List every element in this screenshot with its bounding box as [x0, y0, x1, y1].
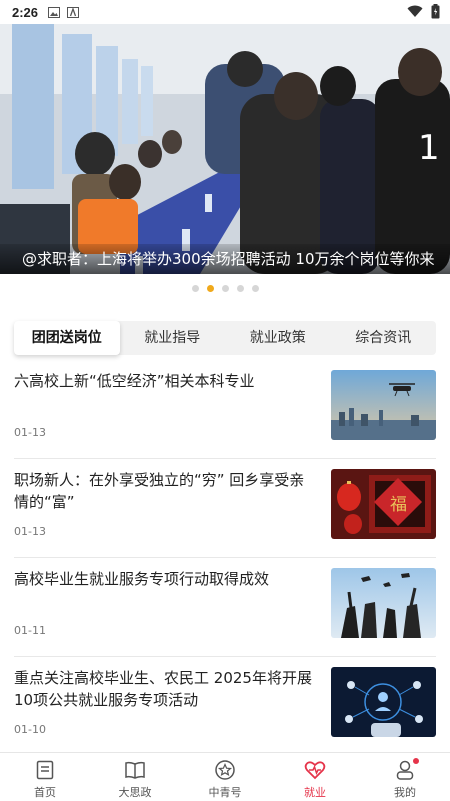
- nav-label: 就业: [304, 786, 326, 799]
- svg-text:福: 福: [390, 495, 407, 515]
- news-thumbnail[interactable]: [331, 667, 436, 737]
- news-date: 01-11: [14, 624, 46, 637]
- nav-label: 大思政: [118, 786, 152, 799]
- svg-text:1: 1: [418, 128, 440, 168]
- nav-item-ideology[interactable]: 大思政: [90, 753, 180, 801]
- job-network-photo: [331, 667, 436, 737]
- nav-label: 中青号: [208, 786, 242, 799]
- heart-icon: [304, 761, 326, 780]
- nav-label: 首页: [34, 786, 56, 799]
- status-bar: 2:26: [0, 0, 450, 24]
- news-title[interactable]: 高校毕业生就业服务专项行动取得成效: [14, 568, 314, 590]
- status-right: [407, 4, 440, 19]
- tab-employment-guidance[interactable]: 就业指导: [120, 321, 226, 355]
- news-date: 01-13: [14, 525, 46, 538]
- news-thumbnail[interactable]: [331, 568, 436, 638]
- tab-employment-policy[interactable]: 就业政策: [225, 321, 331, 355]
- carousel-dot-active[interactable]: [206, 285, 214, 292]
- app-notification-icon: [67, 6, 80, 18]
- battery-icon: [431, 4, 440, 19]
- tab-general-news[interactable]: 综合资讯: [331, 321, 437, 355]
- nav-label: 我的: [394, 786, 416, 799]
- banner-carousel[interactable]: 1 @求职者：上海将举办300余场招聘活动 10万余个岗位等你来: [0, 24, 450, 274]
- news-list: 六高校上新“低空经济”相关本科专业 01-13 职场新人：在外享受独立的“穷” …: [14, 360, 436, 756]
- carousel-indicator: [0, 285, 450, 292]
- wifi-icon: [407, 5, 423, 17]
- drone-city-photo: [331, 370, 436, 440]
- home-icon: [36, 760, 54, 780]
- tab-job-delivery[interactable]: 团团送岗位: [14, 321, 120, 355]
- job-fair-photo: 1: [0, 24, 450, 274]
- news-item[interactable]: 高校毕业生就业服务专项行动取得成效 01-11: [14, 558, 436, 657]
- news-title[interactable]: 职场新人：在外享受独立的“穷” 回乡享受亲情的“富”: [14, 469, 314, 513]
- nav-item-profile[interactable]: 我的: [360, 753, 450, 801]
- news-item[interactable]: 重点关注高校毕业生、农民工 2025年将开展10项公共就业服务专项活动 01-1…: [14, 657, 436, 756]
- spring-festival-fu-photo: 福: [331, 469, 436, 539]
- news-date: 01-10: [14, 723, 46, 736]
- news-date: 01-13: [14, 426, 46, 439]
- star-circle-icon: [215, 760, 235, 780]
- news-thumbnail[interactable]: [331, 370, 436, 440]
- nav-item-employment[interactable]: 就业: [270, 753, 360, 801]
- carousel-dot[interactable]: [236, 285, 244, 292]
- news-title[interactable]: 重点关注高校毕业生、农民工 2025年将开展10项公共就业服务专项活动: [14, 667, 314, 711]
- news-title[interactable]: 六高校上新“低空经济”相关本科专业: [14, 370, 314, 392]
- carousel-dot[interactable]: [221, 285, 229, 292]
- category-tabs: 团团送岗位 就业指导 就业政策 综合资讯: [14, 321, 436, 355]
- news-thumbnail[interactable]: 福: [331, 469, 436, 539]
- nav-item-home[interactable]: 首页: [0, 753, 90, 801]
- status-time: 2:26: [12, 4, 39, 20]
- news-item[interactable]: 职场新人：在外享受独立的“穷” 回乡享受亲情的“富” 01-13 福: [14, 459, 436, 558]
- notification-badge: [413, 758, 419, 764]
- carousel-dot[interactable]: [191, 285, 199, 292]
- graduation-caps-photo: [331, 568, 436, 638]
- image-notification-icon: [48, 6, 61, 18]
- nav-item-youth-account[interactable]: 中青号: [180, 753, 270, 801]
- bottom-nav: 首页 大思政 中青号 就业 我的: [0, 752, 450, 801]
- banner-caption[interactable]: @求职者：上海将举办300余场招聘活动 10万余个岗位等你来: [0, 244, 450, 274]
- book-icon: [125, 761, 145, 779]
- news-item[interactable]: 六高校上新“低空经济”相关本科专业 01-13: [14, 360, 436, 459]
- carousel-dot[interactable]: [251, 285, 259, 292]
